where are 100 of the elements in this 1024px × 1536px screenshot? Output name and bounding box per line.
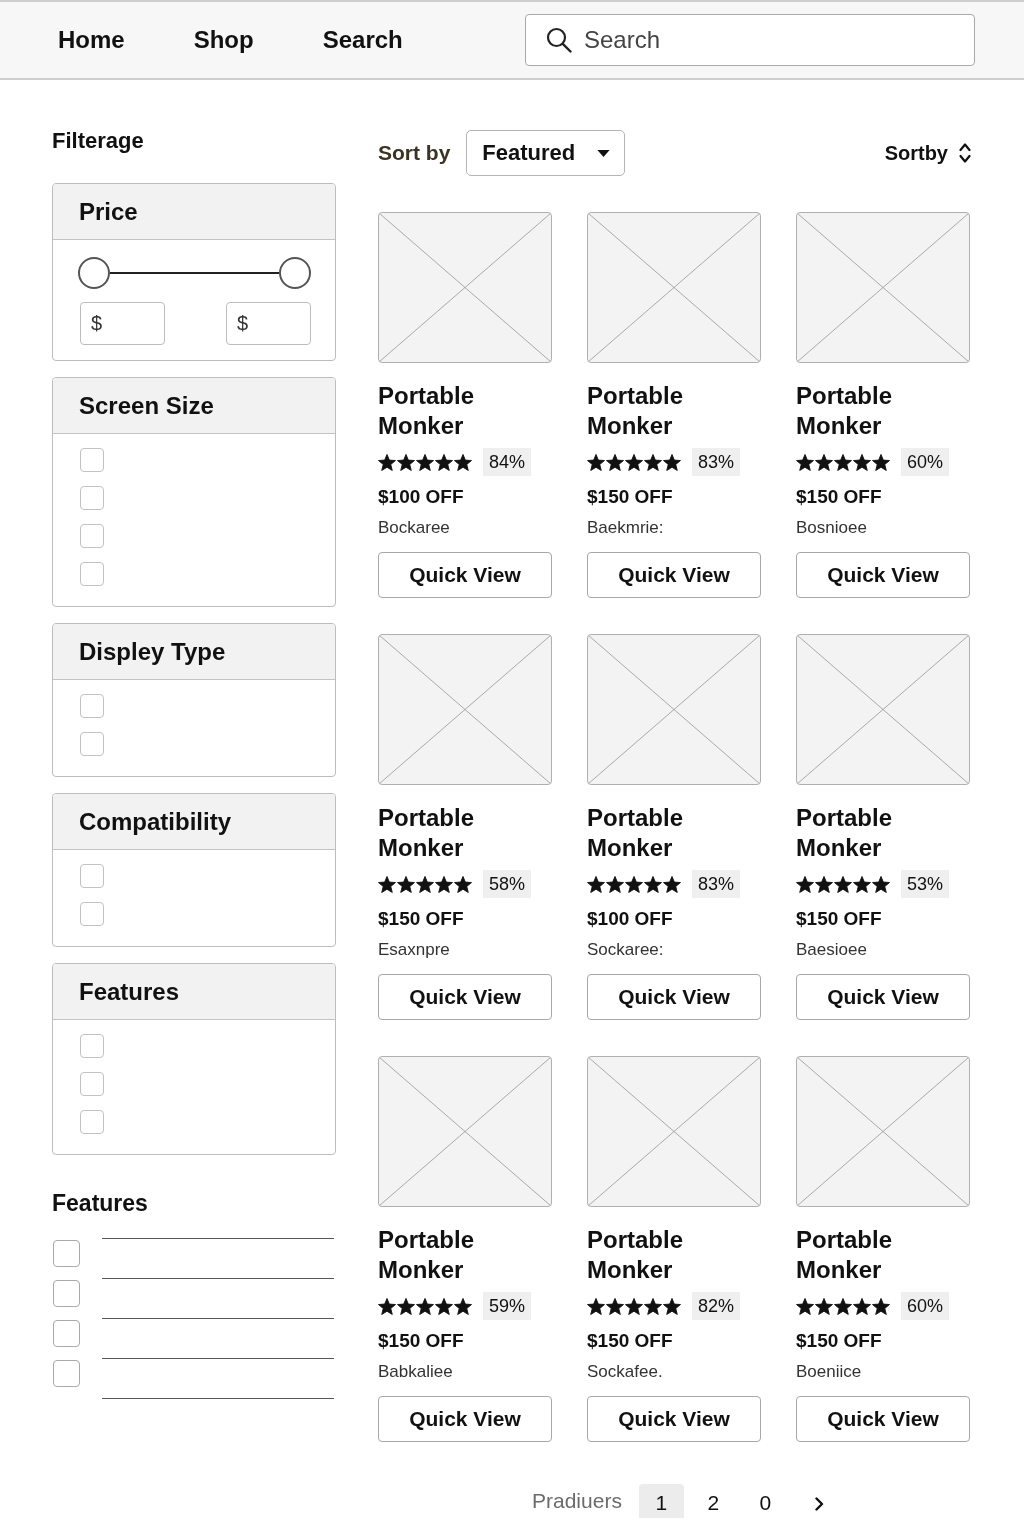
checkbox[interactable] xyxy=(53,1240,80,1267)
filter-panel-title: Compatibility xyxy=(79,806,231,837)
search-icon xyxy=(546,27,572,53)
sort-label: Sort by xyxy=(378,141,451,165)
caret-icon xyxy=(597,149,611,157)
brand-name: Baekmrie: xyxy=(587,517,665,539)
features-heading: Features xyxy=(52,1189,149,1217)
filter-panel-title: Displey Type xyxy=(79,636,226,667)
discount-label: $150 OFF xyxy=(587,1329,674,1353)
filter-panel-title: Features xyxy=(79,976,180,1007)
star-icon xyxy=(378,1297,396,1315)
rating-percent: 60% xyxy=(901,448,950,476)
rating-percent: 60% xyxy=(901,1292,950,1320)
checkbox[interactable] xyxy=(80,902,104,926)
filter-panel-title: Screen Size xyxy=(79,390,214,421)
rating-percent: 58% xyxy=(483,870,532,898)
product-name: Portable Monker xyxy=(378,1225,476,1285)
star-icon xyxy=(872,1297,890,1315)
star-icon xyxy=(644,875,662,893)
checkbox[interactable] xyxy=(80,448,104,472)
pagination-label: Pradiuers xyxy=(532,1489,622,1513)
star-icon xyxy=(834,1297,852,1315)
product-name: Portable Monker xyxy=(587,1225,685,1285)
star-icon xyxy=(663,453,681,471)
discount-label: $150 OFF xyxy=(378,1329,465,1353)
checkbox[interactable] xyxy=(80,1072,104,1096)
star-icon xyxy=(853,875,871,893)
quick-view-button[interactable]: Quick View xyxy=(378,974,552,1020)
quick-view-button[interactable]: Quick View xyxy=(587,1396,761,1442)
brand-name: Bosnioee xyxy=(796,517,868,539)
price-input[interactable]: $ xyxy=(226,302,311,345)
quick-view-button[interactable]: Quick View xyxy=(587,552,761,598)
checkbox[interactable] xyxy=(80,732,104,756)
product-name: Portable Monker xyxy=(378,803,476,863)
price-range-slider[interactable] xyxy=(78,257,311,289)
star-icon xyxy=(587,1297,605,1315)
star-icon xyxy=(454,453,472,471)
star-icon xyxy=(397,875,415,893)
nav-link[interactable]: Home xyxy=(58,25,125,55)
star-icon xyxy=(435,453,453,471)
chevron-right-icon[interactable] xyxy=(814,1497,824,1511)
quick-view-button[interactable]: Quick View xyxy=(378,552,552,598)
discount-label: $100 OFF xyxy=(587,907,674,931)
star-icon xyxy=(435,875,453,893)
page-button[interactable]: 1 xyxy=(638,1484,684,1518)
checkbox[interactable] xyxy=(80,562,104,586)
star-icon xyxy=(606,453,624,471)
star-icon xyxy=(872,453,890,471)
rating-percent: 84% xyxy=(483,448,532,476)
quick-view-button[interactable]: Quick View xyxy=(378,1396,552,1442)
product-name: Portable Monker xyxy=(796,381,894,441)
star-icon xyxy=(796,1297,814,1315)
page-button[interactable]: 2 xyxy=(690,1484,736,1518)
quick-view-button[interactable]: Quick View xyxy=(796,552,970,598)
star-icon xyxy=(663,875,681,893)
checkbox[interactable] xyxy=(53,1320,80,1347)
star-icon xyxy=(397,453,415,471)
slider-handle[interactable] xyxy=(78,257,110,289)
checkbox[interactable] xyxy=(80,1034,104,1058)
sort-dropdown[interactable]: Featured xyxy=(466,130,626,176)
checkbox[interactable] xyxy=(80,864,104,888)
product-name: Portable Monker xyxy=(796,803,894,863)
star-icon xyxy=(815,875,833,893)
checkbox[interactable] xyxy=(80,524,104,548)
checkbox[interactable] xyxy=(53,1360,80,1387)
discount-label: $150 OFF xyxy=(587,485,674,509)
discount-label: $150 OFF xyxy=(796,1329,883,1353)
price-input[interactable]: $ xyxy=(80,302,165,345)
nav-link[interactable]: Search xyxy=(322,25,403,55)
quick-view-button[interactable]: Quick View xyxy=(587,974,761,1020)
star-icon xyxy=(815,1297,833,1315)
star-icon xyxy=(606,875,624,893)
brand-name: Babkaliee xyxy=(378,1361,454,1383)
star-icon xyxy=(644,453,662,471)
nav-link[interactable]: Shop xyxy=(193,25,254,55)
brand-name: Sockafee. xyxy=(587,1361,664,1383)
checkbox[interactable] xyxy=(80,486,104,510)
checkbox[interactable] xyxy=(80,1110,104,1134)
brand-name: Sockaree: xyxy=(587,939,665,961)
star-icon xyxy=(834,453,852,471)
star-icon xyxy=(397,1297,415,1315)
product-name: Portable Monker xyxy=(796,1225,894,1285)
brand-name: Baesioee xyxy=(796,939,868,961)
star-icon xyxy=(416,453,434,471)
quick-view-button[interactable]: Quick View xyxy=(796,1396,970,1442)
star-icon xyxy=(625,875,643,893)
brand-name: Boeniice xyxy=(796,1361,863,1383)
filter-panel-title: Price xyxy=(79,196,138,227)
product-name: Portable Monker xyxy=(587,803,685,863)
quick-view-button[interactable]: Quick View xyxy=(796,974,970,1020)
page-button[interactable]: 0 xyxy=(742,1484,788,1518)
filter-heading: Filterage xyxy=(52,127,145,155)
checkbox[interactable] xyxy=(80,694,104,718)
search-field[interactable]: Search xyxy=(525,14,975,66)
checkbox[interactable] xyxy=(53,1280,80,1307)
slider-handle[interactable] xyxy=(279,257,311,289)
sort-toggle[interactable]: Sortby xyxy=(884,141,971,165)
star-icon xyxy=(853,1297,871,1315)
product-name: Portable Monker xyxy=(587,381,685,441)
star-icon xyxy=(663,1297,681,1315)
